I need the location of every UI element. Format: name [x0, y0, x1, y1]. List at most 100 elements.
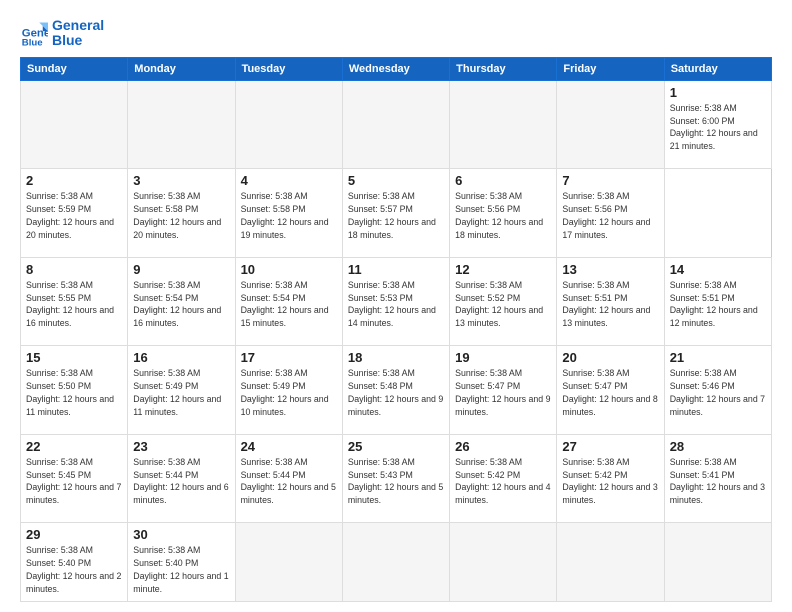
empty-cell [557, 80, 664, 169]
week-row: 29 Sunrise: 5:38 AM Sunset: 5:40 PM Dayl… [21, 523, 772, 602]
calendar-header-row: SundayMondayTuesdayWednesdayThursdayFrid… [21, 57, 772, 80]
day-info: Sunrise: 5:38 AM Sunset: 5:40 PM Dayligh… [26, 544, 122, 595]
svg-text:Blue: Blue [22, 38, 43, 48]
day-cell: 17 Sunrise: 5:38 AM Sunset: 5:49 PM Dayl… [235, 346, 342, 435]
day-cell: 2 Sunrise: 5:38 AM Sunset: 5:59 PM Dayli… [21, 169, 128, 258]
day-cell: 22 Sunrise: 5:38 AM Sunset: 5:45 PM Dayl… [21, 434, 128, 523]
empty-cell [235, 80, 342, 169]
day-header: Thursday [450, 57, 557, 80]
day-number: 13 [562, 262, 658, 277]
day-info: Sunrise: 5:38 AM Sunset: 5:51 PM Dayligh… [670, 279, 766, 330]
day-cell: 9 Sunrise: 5:38 AM Sunset: 5:54 PM Dayli… [128, 257, 235, 346]
logo-text: General Blue [52, 18, 104, 49]
day-number: 19 [455, 350, 551, 365]
page: General Blue General Blue SundayMondayTu… [0, 0, 792, 612]
day-cell: 21 Sunrise: 5:38 AM Sunset: 5:46 PM Dayl… [664, 346, 771, 435]
day-cell: 27 Sunrise: 5:38 AM Sunset: 5:42 PM Dayl… [557, 434, 664, 523]
day-number: 22 [26, 439, 122, 454]
day-cell: 20 Sunrise: 5:38 AM Sunset: 5:47 PM Dayl… [557, 346, 664, 435]
empty-cell [21, 80, 128, 169]
day-cell [557, 523, 664, 602]
day-cell: 10 Sunrise: 5:38 AM Sunset: 5:54 PM Dayl… [235, 257, 342, 346]
day-info: Sunrise: 5:38 AM Sunset: 5:49 PM Dayligh… [241, 367, 337, 418]
empty-cell [128, 80, 235, 169]
day-header: Tuesday [235, 57, 342, 80]
day-number: 18 [348, 350, 444, 365]
day-info: Sunrise: 5:38 AM Sunset: 5:59 PM Dayligh… [26, 190, 122, 241]
day-number: 16 [133, 350, 229, 365]
day-cell: 25 Sunrise: 5:38 AM Sunset: 5:43 PM Dayl… [342, 434, 449, 523]
day-info: Sunrise: 5:38 AM Sunset: 5:44 PM Dayligh… [133, 456, 229, 507]
week-row: 1 Sunrise: 5:38 AM Sunset: 6:00 PM Dayli… [21, 80, 772, 169]
day-cell: 23 Sunrise: 5:38 AM Sunset: 5:44 PM Dayl… [128, 434, 235, 523]
day-cell: 15 Sunrise: 5:38 AM Sunset: 5:50 PM Dayl… [21, 346, 128, 435]
day-cell [342, 523, 449, 602]
day-header: Monday [128, 57, 235, 80]
day-number: 3 [133, 173, 229, 188]
day-info: Sunrise: 5:38 AM Sunset: 5:51 PM Dayligh… [562, 279, 658, 330]
day-info: Sunrise: 5:38 AM Sunset: 5:41 PM Dayligh… [670, 456, 766, 507]
day-cell: 29 Sunrise: 5:38 AM Sunset: 5:40 PM Dayl… [21, 523, 128, 602]
day-info: Sunrise: 5:38 AM Sunset: 5:58 PM Dayligh… [133, 190, 229, 241]
day-number: 11 [348, 262, 444, 277]
day-cell: 13 Sunrise: 5:38 AM Sunset: 5:51 PM Dayl… [557, 257, 664, 346]
day-cell: 28 Sunrise: 5:38 AM Sunset: 5:41 PM Dayl… [664, 434, 771, 523]
day-info: Sunrise: 5:38 AM Sunset: 5:53 PM Dayligh… [348, 279, 444, 330]
day-info: Sunrise: 5:38 AM Sunset: 5:44 PM Dayligh… [241, 456, 337, 507]
day-cell: 8 Sunrise: 5:38 AM Sunset: 5:55 PM Dayli… [21, 257, 128, 346]
day-number: 6 [455, 173, 551, 188]
day-header: Friday [557, 57, 664, 80]
day-cell: 7 Sunrise: 5:38 AM Sunset: 5:56 PM Dayli… [557, 169, 664, 258]
day-info: Sunrise: 5:38 AM Sunset: 5:57 PM Dayligh… [348, 190, 444, 241]
day-info: Sunrise: 5:38 AM Sunset: 6:00 PM Dayligh… [670, 102, 766, 153]
empty-cell [342, 80, 449, 169]
day-info: Sunrise: 5:38 AM Sunset: 5:42 PM Dayligh… [455, 456, 551, 507]
day-number: 10 [241, 262, 337, 277]
day-cell: 26 Sunrise: 5:38 AM Sunset: 5:42 PM Dayl… [450, 434, 557, 523]
day-info: Sunrise: 5:38 AM Sunset: 5:56 PM Dayligh… [455, 190, 551, 241]
day-cell: 16 Sunrise: 5:38 AM Sunset: 5:49 PM Dayl… [128, 346, 235, 435]
logo: General Blue General Blue [20, 18, 104, 49]
day-number: 28 [670, 439, 766, 454]
day-info: Sunrise: 5:38 AM Sunset: 5:48 PM Dayligh… [348, 367, 444, 418]
day-cell: 4 Sunrise: 5:38 AM Sunset: 5:58 PM Dayli… [235, 169, 342, 258]
week-row: 2 Sunrise: 5:38 AM Sunset: 5:59 PM Dayli… [21, 169, 772, 258]
day-number: 2 [26, 173, 122, 188]
empty-cell [450, 80, 557, 169]
day-cell [450, 523, 557, 602]
day-number: 1 [670, 85, 766, 100]
day-number: 21 [670, 350, 766, 365]
day-cell: 19 Sunrise: 5:38 AM Sunset: 5:47 PM Dayl… [450, 346, 557, 435]
day-cell: 5 Sunrise: 5:38 AM Sunset: 5:57 PM Dayli… [342, 169, 449, 258]
day-cell: 14 Sunrise: 5:38 AM Sunset: 5:51 PM Dayl… [664, 257, 771, 346]
day-number: 27 [562, 439, 658, 454]
day-number: 23 [133, 439, 229, 454]
day-number: 15 [26, 350, 122, 365]
day-number: 8 [26, 262, 122, 277]
calendar: SundayMondayTuesdayWednesdayThursdayFrid… [20, 57, 772, 602]
day-cell: 6 Sunrise: 5:38 AM Sunset: 5:56 PM Dayli… [450, 169, 557, 258]
day-info: Sunrise: 5:38 AM Sunset: 5:50 PM Dayligh… [26, 367, 122, 418]
day-number: 20 [562, 350, 658, 365]
day-info: Sunrise: 5:38 AM Sunset: 5:43 PM Dayligh… [348, 456, 444, 507]
day-cell [664, 523, 771, 602]
day-number: 26 [455, 439, 551, 454]
day-info: Sunrise: 5:38 AM Sunset: 5:40 PM Dayligh… [133, 544, 229, 595]
day-cell: 1 Sunrise: 5:38 AM Sunset: 6:00 PM Dayli… [664, 80, 771, 169]
day-info: Sunrise: 5:38 AM Sunset: 5:45 PM Dayligh… [26, 456, 122, 507]
week-row: 8 Sunrise: 5:38 AM Sunset: 5:55 PM Dayli… [21, 257, 772, 346]
day-info: Sunrise: 5:38 AM Sunset: 5:42 PM Dayligh… [562, 456, 658, 507]
day-number: 25 [348, 439, 444, 454]
day-number: 29 [26, 527, 122, 542]
day-number: 7 [562, 173, 658, 188]
day-info: Sunrise: 5:38 AM Sunset: 5:47 PM Dayligh… [562, 367, 658, 418]
day-number: 30 [133, 527, 229, 542]
day-info: Sunrise: 5:38 AM Sunset: 5:54 PM Dayligh… [133, 279, 229, 330]
day-number: 24 [241, 439, 337, 454]
day-header: Sunday [21, 57, 128, 80]
day-cell: 11 Sunrise: 5:38 AM Sunset: 5:53 PM Dayl… [342, 257, 449, 346]
day-info: Sunrise: 5:38 AM Sunset: 5:55 PM Dayligh… [26, 279, 122, 330]
day-number: 9 [133, 262, 229, 277]
day-cell: 3 Sunrise: 5:38 AM Sunset: 5:58 PM Dayli… [128, 169, 235, 258]
day-cell: 18 Sunrise: 5:38 AM Sunset: 5:48 PM Dayl… [342, 346, 449, 435]
